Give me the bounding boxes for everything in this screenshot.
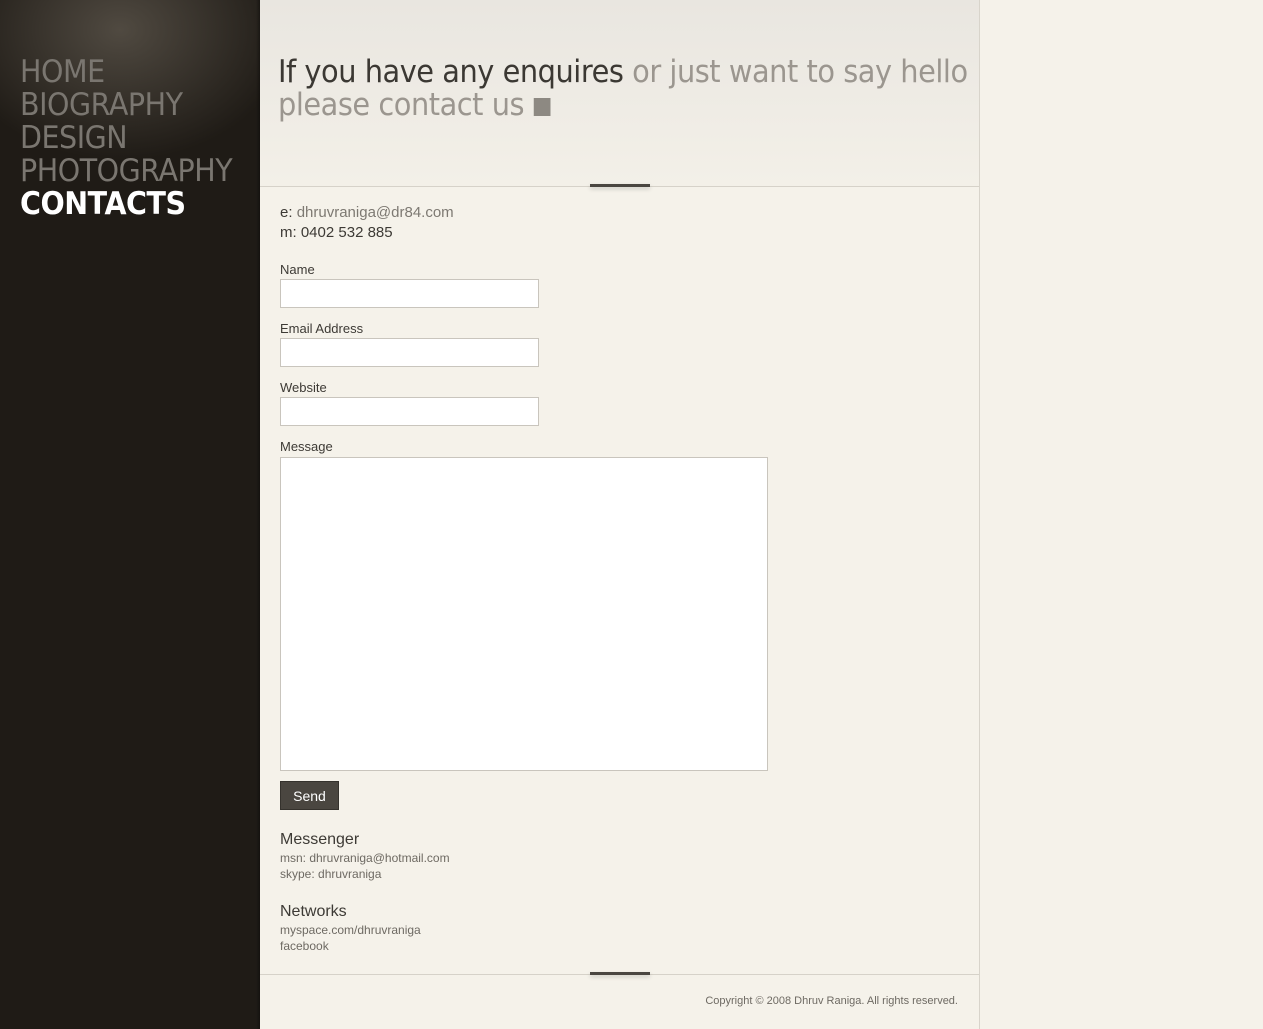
facebook-link[interactable]: facebook (280, 939, 329, 953)
copyright-text: Copyright © 2008 Dhruv Raniga. All right… (705, 995, 958, 1007)
title-emphasis: If you have any enquires (278, 54, 624, 90)
website-label: Website (280, 380, 327, 395)
name-field[interactable] (280, 279, 539, 308)
sidebar: HOME BIOGRAPHY DESIGN PHOTOGRAPHY CONTAC… (0, 0, 260, 1029)
title-secondary-line-2: please contact us (278, 87, 525, 123)
nav-item-biography[interactable]: BIOGRAPHY (20, 89, 232, 122)
nav-item-photography[interactable]: PHOTOGRAPHY (20, 155, 233, 188)
footer-divider-tab (590, 972, 650, 975)
mobile-prefix: m: (280, 224, 297, 241)
mobile-number: 0402 532 885 (300, 224, 393, 241)
nav-item-contacts[interactable]: CONTACTS (20, 188, 232, 221)
send-button[interactable]: Send (280, 781, 339, 810)
networks-heading: Networks (280, 903, 347, 920)
website-field[interactable] (280, 397, 539, 426)
message-label: Message (280, 439, 333, 454)
title-secondary: or just want to say hello (632, 54, 968, 90)
main-content: If you have any enquires or just want to… (260, 0, 980, 1029)
myspace-link[interactable]: myspace.com/dhruvraniga (280, 923, 421, 937)
page-title: If you have any enquires or just want to… (278, 54, 968, 123)
email-label: Email Address (280, 321, 364, 336)
messenger-heading: Messenger (280, 831, 360, 848)
skype-address: skype: dhruvraniga (280, 867, 382, 881)
email-prefix: e: (280, 204, 293, 221)
msn-address: msn: dhruvraniga@hotmail.com (280, 851, 450, 865)
email-link[interactable]: dhruvraniga@dr84.com (297, 204, 454, 221)
message-field[interactable] (280, 457, 768, 771)
header-divider-tab (590, 184, 650, 187)
email-line: e: dhruvraniga@dr84.com (280, 203, 454, 223)
email-field[interactable] (280, 338, 539, 367)
name-label: Name (280, 262, 315, 277)
page-header: If you have any enquires or just want to… (260, 0, 979, 187)
mobile-line: m: 0402 532 885 (280, 223, 454, 243)
main-navigation: HOME BIOGRAPHY DESIGN PHOTOGRAPHY CONTAC… (20, 56, 251, 221)
square-icon (533, 98, 551, 116)
nav-item-home[interactable]: HOME (20, 56, 232, 89)
nav-item-design[interactable]: DESIGN (20, 122, 232, 155)
contact-details: e: dhruvraniga@dr84.com m: 0402 532 885 (280, 203, 454, 243)
